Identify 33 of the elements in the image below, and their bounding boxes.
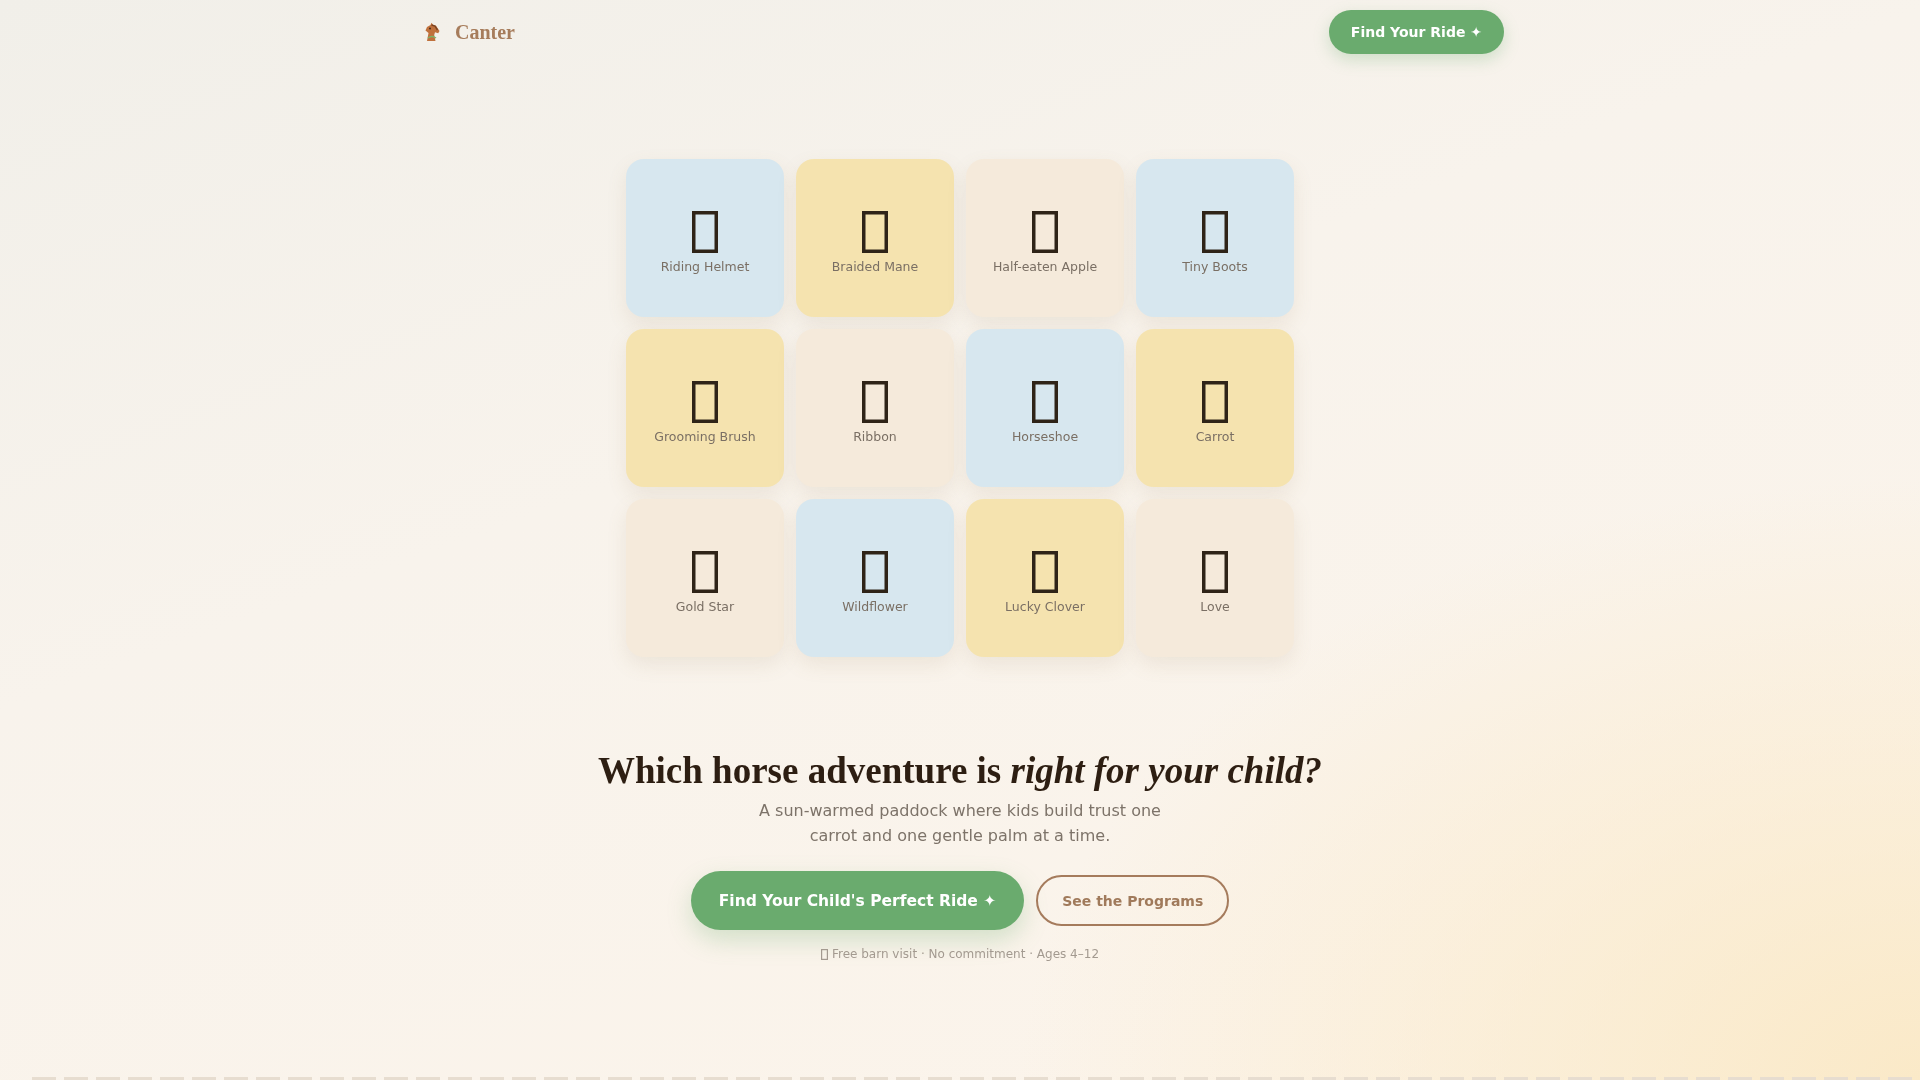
card-label: Wildflower [842, 598, 908, 614]
subtitle: A sun-warmed paddock where kids build trust one carrot and one gentle palm at a time. [758, 800, 1162, 848]
card-label: Grooming Brush [654, 428, 756, 444]
card-label: Lucky Clover [1005, 598, 1085, 614]
outlined-rectangle-icon [692, 380, 718, 423]
find-perfect-ride-button[interactable]: Find Your Child's Perfect Ride ✦ [690, 871, 1025, 931]
headline: Which horse adventure is right for your child? [598, 749, 1322, 793]
outlined-rectangle-icon [1202, 380, 1228, 423]
outlined-rectangle-icon [862, 210, 888, 253]
card-label: Gold Star [675, 598, 735, 614]
card-label: Ribbon [853, 428, 897, 444]
card-label: Carrot [1195, 428, 1235, 444]
card-label: Tiny Boots [1182, 258, 1248, 274]
card-label: Braided Mane [831, 258, 919, 274]
find-ride-button[interactable]: Find Your Ride ✦ [1328, 10, 1504, 54]
see-programs-button[interactable]: See the Programs [1036, 875, 1230, 927]
brand-name: Canter [455, 20, 515, 44]
horse-head-icon [422, 22, 442, 42]
outlined-rectangle-icon [1032, 550, 1058, 593]
outlined-rectangle-icon [1032, 210, 1058, 253]
outlined-rectangle-icon [1202, 550, 1228, 593]
outlined-rectangle-icon [862, 550, 888, 593]
outlined-rectangle-icon [1202, 210, 1228, 253]
outlined-rectangle-icon [1032, 380, 1058, 423]
card-label: Love [1200, 598, 1230, 614]
outlined-rectangle-icon [862, 380, 888, 423]
card-label: Horseshoe [1011, 428, 1079, 444]
card-label: Half-eaten Apple [992, 258, 1098, 274]
card-label: Riding Helmet [660, 258, 750, 274]
footnote-text: Free barn visit · No commitment · Ages 4–12 [831, 946, 1100, 964]
outlined-rectangle-icon [820, 948, 828, 960]
outlined-rectangle-icon [692, 550, 718, 593]
outlined-rectangle-icon [692, 210, 718, 253]
